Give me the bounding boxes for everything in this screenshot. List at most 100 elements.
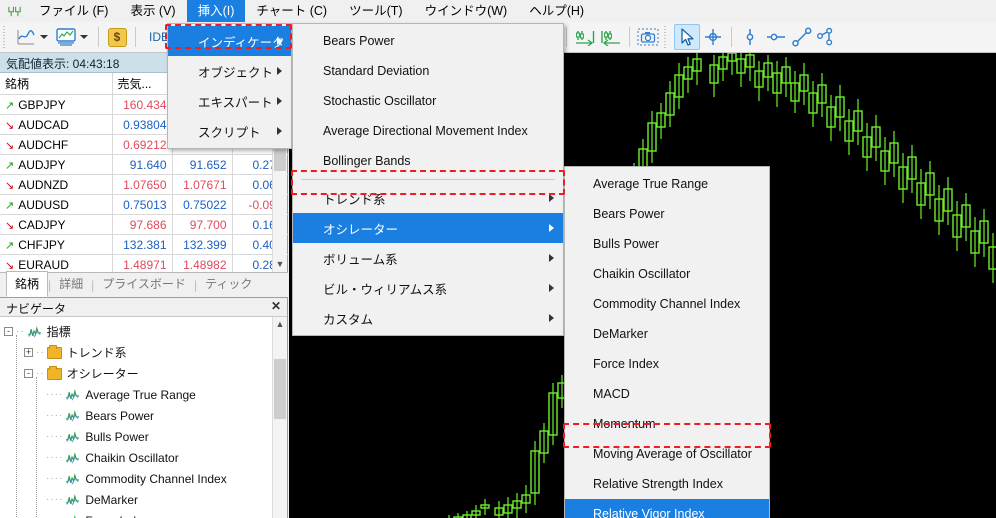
- menu-item-label: カスタム: [323, 312, 374, 327]
- column-header-bid[interactable]: 売気...: [112, 73, 173, 95]
- menu-item-[interactable]: インディケータ: [168, 26, 291, 56]
- tree-indicator-item[interactable]: - ·· 指標: [0, 321, 287, 342]
- menu-item-tools[interactable]: ツール(T): [338, 0, 413, 22]
- menu-item-bears-power[interactable]: Bears Power: [293, 26, 563, 56]
- scrollbar-thumb[interactable]: [274, 359, 286, 419]
- menu-item-average-true-range[interactable]: Average True Range: [565, 169, 769, 199]
- scroll-up-icon[interactable]: ▲: [273, 317, 287, 332]
- toolbar-grip-2[interactable]: [664, 26, 672, 48]
- toolbar-grip[interactable]: [3, 26, 10, 48]
- menu-item-moving-average-of-oscillator[interactable]: Moving Average of Oscillator: [565, 439, 769, 469]
- menu-item-relative-vigor-index[interactable]: Relative Vigor Index: [565, 499, 769, 518]
- shift-end-icon[interactable]: [572, 24, 598, 50]
- table-row[interactable]: ↗ CHFJPY 132.381 132.399 0.40%: [0, 234, 293, 255]
- chart-template-dropdown-icon[interactable]: [80, 35, 88, 39]
- tree-connector: ··: [36, 347, 45, 358]
- menu-item-label: Stochastic Oscillator: [323, 94, 437, 108]
- tab-ticks[interactable]: ティック: [197, 272, 260, 296]
- toolbar-separator: [731, 27, 733, 47]
- menu-item-help[interactable]: ヘルプ(H): [518, 0, 595, 22]
- menu-item-view[interactable]: 表示 (V): [119, 0, 186, 22]
- menu-item-insert[interactable]: 挿入(I): [186, 0, 246, 22]
- symbol-label: CADJPY: [18, 217, 66, 232]
- submenu-arrow-icon: [549, 254, 554, 262]
- cell-symbol: ↗ AUDUSD: [0, 194, 113, 215]
- tree-folder-item[interactable]: - ·· オシレーター: [0, 363, 287, 384]
- menu-item-chaikin-oscillator[interactable]: Chaikin Oscillator: [565, 259, 769, 289]
- menu-item-commodity-channel-index[interactable]: Commodity Channel Index: [565, 289, 769, 319]
- tree-expander[interactable]: -: [24, 369, 33, 378]
- tree-indicator-item[interactable]: ···· DeMarker: [0, 489, 287, 510]
- tree-indicator-item[interactable]: ···· Average True Range: [0, 384, 287, 405]
- scroll-down-icon[interactable]: ▼: [273, 257, 287, 272]
- menu-item-bulls-power[interactable]: Bulls Power: [565, 229, 769, 259]
- menu-item-label: MACD: [593, 387, 630, 401]
- symbol-label: AUDNZD: [18, 177, 69, 192]
- menu-item-[interactable]: オブジェクト: [168, 56, 291, 86]
- tree-expander[interactable]: +: [24, 348, 33, 357]
- menu-item-[interactable]: オシレーター: [293, 213, 563, 243]
- cursor-icon[interactable]: [674, 24, 701, 50]
- navigator-scrollbar[interactable]: ▲: [272, 317, 287, 518]
- table-row[interactable]: ↗ AUDUSD 0.75013 0.75022 -0.09%: [0, 194, 293, 215]
- tree-expander[interactable]: -: [4, 327, 13, 336]
- navigator-title-bar: ナビゲータ ✕: [0, 298, 287, 317]
- trendline-icon[interactable]: [789, 24, 815, 50]
- close-icon[interactable]: ✕: [271, 299, 281, 313]
- tree-indicator-item[interactable]: ···· Commodity Channel Index: [0, 468, 287, 489]
- autotrading-icon[interactable]: $: [104, 24, 130, 50]
- screenshot-icon[interactable]: [635, 24, 661, 50]
- symbol-label: GBPJPY: [18, 97, 66, 112]
- menu-item-[interactable]: スクリプト: [168, 116, 291, 146]
- tree-folder-item[interactable]: + ·· トレンド系: [0, 342, 287, 363]
- vertical-line-icon[interactable]: [737, 24, 763, 50]
- submenu-arrow-icon: [549, 284, 554, 292]
- folder-icon: [46, 344, 62, 359]
- menu-item-demarker[interactable]: DeMarker: [565, 319, 769, 349]
- menu-item-label: オシレーター: [323, 222, 399, 237]
- menu-item-bears-power[interactable]: Bears Power: [565, 199, 769, 229]
- tree-indicator-item[interactable]: ···· Bears Power: [0, 405, 287, 426]
- menu-item-[interactable]: トレンド系: [293, 183, 563, 213]
- polyline-icon[interactable]: [815, 24, 841, 50]
- menu-item-[interactable]: ビル・ウィリアムス系: [293, 273, 563, 303]
- menu-item-average-directional-movement-index[interactable]: Average Directional Movement Index: [293, 116, 563, 146]
- menu-item-[interactable]: ボリューム系: [293, 243, 563, 273]
- arrow-up-icon: ↗: [5, 239, 15, 252]
- menu-item-label: Momentum: [593, 417, 656, 431]
- tab-symbols[interactable]: 銘柄: [6, 271, 49, 297]
- menu-item-force-index[interactable]: Force Index: [565, 349, 769, 379]
- menu-item-file[interactable]: ファイル (F): [28, 0, 119, 22]
- menu-item-[interactable]: エキスパート: [168, 86, 291, 116]
- menu-item-label: Force Index: [593, 357, 660, 371]
- new-chart-icon[interactable]: [13, 24, 39, 50]
- menu-item-standard-deviation[interactable]: Standard Deviation: [293, 56, 563, 86]
- tree-item-label: Chaikin Oscillator: [85, 450, 179, 465]
- horizontal-line-icon[interactable]: [763, 24, 789, 50]
- tab-priceboard[interactable]: プライスボード: [94, 272, 194, 296]
- table-row[interactable]: ↘ AUDNZD 1.07650 1.07671 0.06%: [0, 174, 293, 195]
- tree-connector: ····: [46, 494, 64, 505]
- folder-icon: [46, 365, 62, 380]
- menu-item-charts[interactable]: チャート (C): [245, 0, 338, 22]
- menu-item-bollinger-bands[interactable]: Bollinger Bands: [293, 146, 563, 176]
- menu-item-window[interactable]: ウインドウ(W): [414, 0, 519, 22]
- menu-item-stochastic-oscillator[interactable]: Stochastic Oscillator: [293, 86, 563, 116]
- chart-template-icon[interactable]: [53, 24, 79, 50]
- tree-indicator-item[interactable]: ····Force Index: [0, 510, 287, 518]
- table-row[interactable]: ↗ AUDJPY 91.640 91.652 0.27%: [0, 154, 293, 175]
- symbol-label: AUDJPY: [18, 157, 66, 172]
- tree-indicator-item[interactable]: ···· Chaikin Oscillator: [0, 447, 287, 468]
- menu-item-relative-strength-index[interactable]: Relative Strength Index: [565, 469, 769, 499]
- menu-item-[interactable]: カスタム: [293, 303, 563, 333]
- new-chart-dropdown-icon[interactable]: [40, 35, 48, 39]
- indicator-icon: [66, 430, 80, 443]
- column-header-symbol[interactable]: 銘柄: [0, 73, 113, 95]
- menu-item-macd[interactable]: MACD: [565, 379, 769, 409]
- tab-details[interactable]: 詳細: [51, 272, 91, 296]
- table-row[interactable]: ↘ CADJPY 97.686 97.700 0.16%: [0, 214, 293, 235]
- menu-item-momentum[interactable]: Momentum: [565, 409, 769, 439]
- tree-indicator-item[interactable]: ···· Bulls Power: [0, 426, 287, 447]
- crosshair-icon[interactable]: [700, 24, 726, 50]
- shift-start-icon[interactable]: [598, 24, 624, 50]
